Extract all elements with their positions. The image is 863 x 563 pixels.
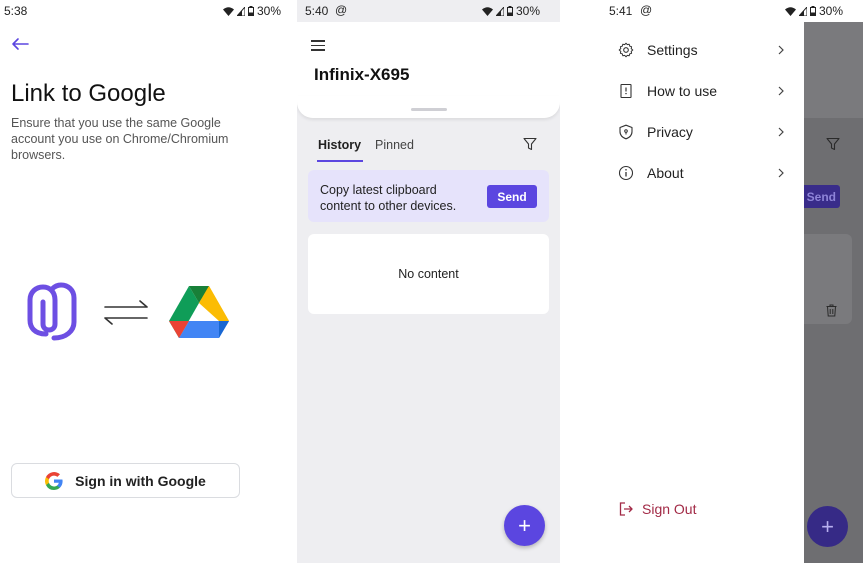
send-clipboard-card: Copy latest clipboard content to other d… xyxy=(308,170,549,222)
menu-item-how-to-use[interactable]: How to use xyxy=(618,79,786,103)
trash-icon xyxy=(826,304,837,317)
shield-icon xyxy=(619,124,633,140)
status-icons: 30% xyxy=(222,4,281,18)
wifi-icon xyxy=(222,6,234,16)
menu-item-about[interactable]: About xyxy=(618,161,786,185)
send-card-line-2: content to other devices. xyxy=(320,199,457,213)
sign-out-button[interactable]: Sign Out xyxy=(618,501,696,517)
send-card-text: Copy latest clipboard content to other d… xyxy=(320,182,456,214)
chevron-right-icon xyxy=(778,168,784,178)
device-name: Infinix-X695 xyxy=(314,65,410,84)
plus-icon: + xyxy=(518,512,531,538)
status-icons: 30% xyxy=(784,4,843,18)
sign-in-with-google-button[interactable]: Sign in with Google xyxy=(11,463,240,498)
status-bar: 5:38 30% xyxy=(0,0,297,22)
status-icons: 30% xyxy=(481,4,540,18)
status-bar: 5:41 @ 30% xyxy=(600,0,863,22)
status-time: 5:38 xyxy=(4,4,28,18)
clipboard-app-logo-icon xyxy=(27,282,77,341)
chevron-right-icon xyxy=(778,45,784,55)
battery-percent: 30% xyxy=(256,4,281,18)
dimmed-add-fab: + xyxy=(807,506,848,547)
google-drive-icon xyxy=(169,286,229,338)
info-icon xyxy=(618,165,634,181)
battery-icon xyxy=(247,6,254,16)
history-empty-card: No content xyxy=(308,234,549,314)
page-title: Link to Google xyxy=(11,80,166,107)
pull-down-card[interactable] xyxy=(297,96,560,118)
menu-item-label: Settings xyxy=(647,42,698,58)
back-arrow-icon[interactable] xyxy=(10,36,30,52)
dimmed-send-button: Send xyxy=(804,185,840,208)
sign-out-label: Sign Out xyxy=(642,501,697,517)
signal-icon xyxy=(798,6,807,16)
gear-icon xyxy=(618,42,634,58)
drag-handle[interactable] xyxy=(411,108,447,111)
sign-in-label: Sign in with Google xyxy=(75,472,206,489)
wifi-icon xyxy=(784,6,796,16)
page-description: Ensure that you use the same Google acco… xyxy=(11,116,229,162)
dimmed-filter-icon xyxy=(826,137,840,151)
battery-percent: 30% xyxy=(818,4,843,18)
logout-icon xyxy=(619,502,633,516)
navigation-drawer: Settings How to use Privacy About Sign O… xyxy=(600,22,804,563)
filter-icon[interactable] xyxy=(523,137,537,151)
screenshot-collage: 5:38 30% Link to Google Ensure that you … xyxy=(0,0,863,563)
empty-state-text: No content xyxy=(398,267,459,281)
battery-icon xyxy=(506,6,513,16)
menu-hamburger-icon[interactable] xyxy=(311,40,325,51)
device-history-screen: 5:40 @ 30% Infinix-X695 History Pinned C… xyxy=(297,0,560,563)
chevron-right-icon xyxy=(778,127,784,137)
status-bar: 5:40 @ 30% xyxy=(297,0,560,22)
status-time: 5:41 xyxy=(609,4,633,18)
battery-percent: 30% xyxy=(515,4,540,18)
tab-history[interactable]: History xyxy=(317,138,364,162)
add-fab-button[interactable]: + xyxy=(504,505,545,546)
signal-icon xyxy=(236,6,245,16)
plus-icon: + xyxy=(821,513,834,539)
send-button[interactable]: Send xyxy=(487,185,537,208)
link-to-google-screen: 5:38 30% Link to Google Ensure that you … xyxy=(0,0,297,563)
wifi-icon xyxy=(481,6,493,16)
battery-icon xyxy=(809,6,816,16)
chevron-right-icon xyxy=(778,86,784,96)
menu-item-privacy[interactable]: Privacy xyxy=(618,120,786,144)
menu-item-label: Privacy xyxy=(647,124,693,140)
notification-at-icon: @ xyxy=(335,3,348,17)
google-g-icon xyxy=(45,471,63,490)
sync-arrows-icon xyxy=(104,300,148,325)
menu-item-label: About xyxy=(647,165,684,181)
status-time: 5:40 xyxy=(305,4,329,18)
dimmed-card-top xyxy=(804,96,863,118)
send-card-line-1: Copy latest clipboard xyxy=(320,183,437,197)
signal-icon xyxy=(495,6,504,16)
notification-at-icon: @ xyxy=(640,3,653,17)
menu-item-label: How to use xyxy=(647,83,718,99)
tab-pinned[interactable]: Pinned xyxy=(375,138,414,160)
menu-item-settings[interactable]: Settings xyxy=(618,38,786,62)
book-icon xyxy=(620,83,632,99)
